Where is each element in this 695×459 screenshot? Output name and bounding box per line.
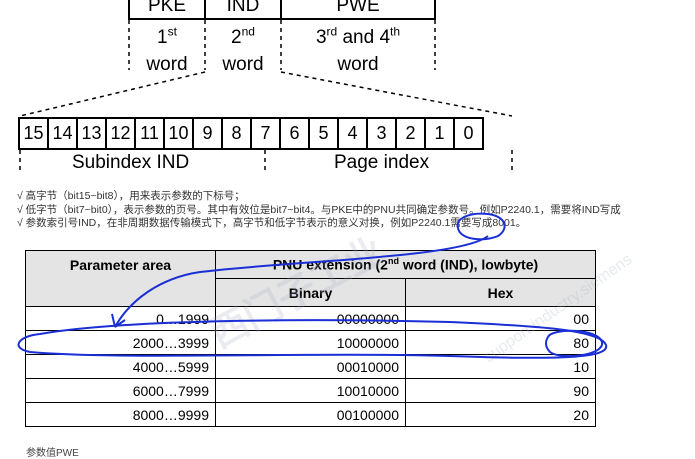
highlight-row-loop bbox=[17, 319, 608, 359]
annotation-arrow bbox=[111, 235, 489, 328]
circle-p2240 bbox=[456, 212, 506, 241]
pen-annotations bbox=[17, 212, 608, 359]
hex-80-circle bbox=[545, 329, 603, 358]
